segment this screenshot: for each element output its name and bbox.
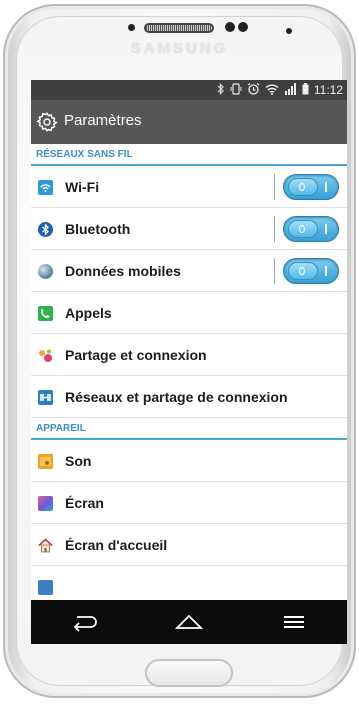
physical-home-button[interactable] <box>145 659 233 687</box>
home-icon <box>174 614 204 629</box>
toggle-knob <box>288 178 318 196</box>
bluetooth-status-icon <box>217 83 224 95</box>
sound-icon <box>38 454 53 469</box>
wifi-toggle[interactable] <box>283 174 339 200</box>
home-icon <box>38 538 53 553</box>
page-title: Paramètres <box>64 112 142 129</box>
battery-icon <box>302 83 309 95</box>
tethering-icon <box>38 390 53 405</box>
toggle-on-mark <box>325 224 327 234</box>
divider <box>274 216 275 242</box>
action-bar: Paramètres <box>31 100 347 144</box>
menu-button[interactable] <box>274 607 314 637</box>
earpiece-speaker <box>144 23 214 33</box>
signal-icon <box>285 83 296 95</box>
menu-icon <box>284 616 305 628</box>
settings-item-bluetooth[interactable]: Bluetooth <box>31 208 347 250</box>
status-clock: 11:12 <box>313 83 343 97</box>
divider <box>274 258 275 284</box>
settings-item-tethering[interactable]: Réseaux et partage de connexion <box>31 376 347 418</box>
notification-led <box>286 28 292 34</box>
settings-item-label: Données mobiles <box>65 263 181 279</box>
home-button[interactable] <box>169 607 209 637</box>
back-icon <box>73 616 97 632</box>
settings-item-partial[interactable] <box>31 566 347 600</box>
wifi-icon <box>38 180 53 195</box>
bluetooth-toggle[interactable] <box>283 216 339 242</box>
alarm-icon <box>247 83 260 95</box>
brand-logo: SAMSUNG <box>130 40 229 57</box>
settings-gear-icon[interactable] <box>36 111 58 133</box>
settings-item-label: Appels <box>65 305 112 321</box>
toggle-knob <box>288 262 318 280</box>
settings-item-share-connect[interactable]: Partage et connexion <box>31 334 347 376</box>
divider <box>274 174 275 200</box>
settings-item-label: Son <box>65 453 92 469</box>
section-header-device: APPAREIL <box>31 418 347 440</box>
toggle-on-mark <box>325 266 327 276</box>
status-bar: 11:12 <box>31 80 347 100</box>
toggle-knob <box>288 220 318 238</box>
settings-item-label: Écran d'accueil <box>65 537 168 553</box>
display-icon <box>38 496 53 511</box>
mobile-data-icon <box>38 264 53 279</box>
settings-item-sound[interactable]: Son <box>31 440 347 482</box>
front-camera <box>225 22 235 32</box>
light-sensor <box>238 22 248 32</box>
lock-screen-icon <box>38 580 53 595</box>
settings-item-label: Réseaux et partage de connexion <box>65 389 288 405</box>
settings-item-display[interactable]: Écran <box>31 482 347 524</box>
settings-list[interactable]: RÉSEAUX SANS FIL Wi-Fi Bluetooth Données… <box>31 144 347 600</box>
wifi-status-icon <box>265 84 279 95</box>
settings-item-label: Écran <box>65 495 104 511</box>
settings-item-label: Wi-Fi <box>65 179 100 195</box>
share-icon <box>38 348 53 363</box>
navigation-bar <box>31 600 347 644</box>
back-button[interactable] <box>64 607 104 637</box>
settings-item-home-screen[interactable]: Écran d'accueil <box>31 524 347 566</box>
section-header-wireless: RÉSEAUX SANS FIL <box>31 144 347 166</box>
toggle-on-mark <box>325 182 327 192</box>
proximity-sensor <box>128 24 135 31</box>
screen: 11:12 Paramètres RÉSEAUX SANS FIL Wi-Fi … <box>31 80 347 644</box>
settings-item-label: Partage et connexion <box>65 347 207 363</box>
status-icons <box>217 83 309 95</box>
mobile-data-toggle[interactable] <box>283 258 339 284</box>
settings-item-label: Bluetooth <box>65 221 131 237</box>
settings-item-wifi[interactable]: Wi-Fi <box>31 166 347 208</box>
settings-item-mobile-data[interactable]: Données mobiles <box>31 250 347 292</box>
bluetooth-icon <box>38 222 53 237</box>
settings-item-calls[interactable]: Appels <box>31 292 347 334</box>
vibrate-icon <box>230 83 242 95</box>
phone-icon <box>38 306 53 321</box>
